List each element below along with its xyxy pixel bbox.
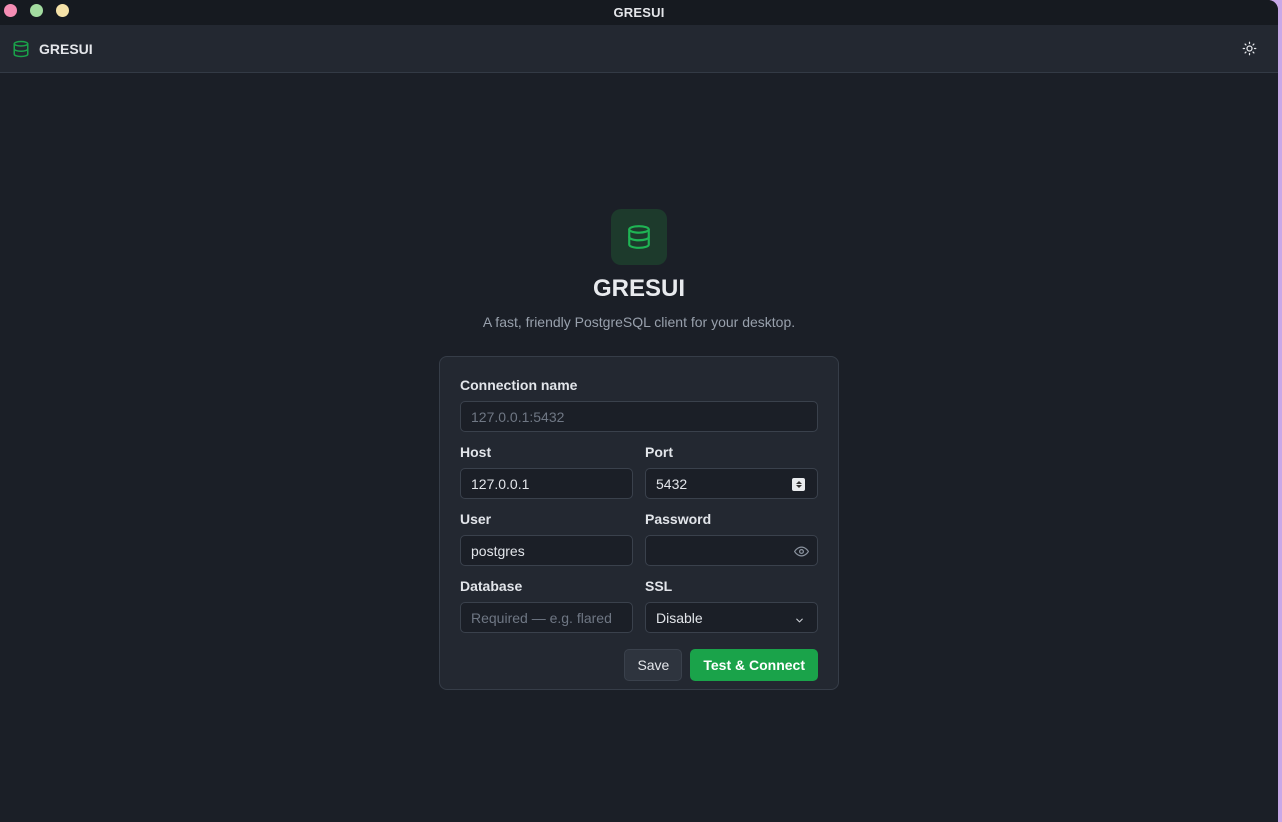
connection-name-group: Connection name 127.0.0.1:5432 — [460, 377, 818, 432]
connection-name-input[interactable]: 127.0.0.1:5432 — [460, 401, 818, 432]
sun-icon — [1242, 41, 1257, 56]
ssl-value: Disable — [656, 609, 703, 626]
database-icon — [626, 224, 652, 250]
hero-logo — [611, 209, 667, 265]
port-value: 5432 — [656, 475, 688, 492]
user-label: User — [460, 511, 492, 527]
port-label: Port — [645, 444, 673, 460]
save-button[interactable]: Save — [624, 649, 683, 681]
host-input[interactable]: 127.0.0.1 — [460, 468, 633, 499]
host-label: Host — [460, 444, 492, 460]
password-label: Password — [645, 511, 712, 527]
user-group: User postgres — [460, 511, 633, 566]
chevron-down-icon — [794, 613, 805, 629]
password-input[interactable] — [645, 535, 818, 566]
user-input[interactable]: postgres — [460, 535, 633, 566]
minimize-window-button[interactable] — [30, 4, 43, 17]
app-header: GRESUI — [0, 25, 1278, 73]
test-connect-button[interactable]: Test & Connect — [690, 649, 818, 681]
brand-name: GRESUI — [39, 40, 93, 57]
port-input[interactable]: 5432 — [645, 468, 818, 499]
port-group: Port 5432 — [645, 444, 818, 499]
database-label: Database — [460, 578, 523, 594]
ssl-select[interactable]: Disable — [645, 602, 818, 633]
main-content: GRESUI A fast, friendly PostgreSQL clien… — [0, 73, 1278, 822]
port-stepper[interactable] — [792, 478, 805, 491]
maximize-window-button[interactable] — [56, 4, 69, 17]
database-group: Database Required — e.g. flared — [460, 578, 633, 633]
ssl-label: SSL — [645, 578, 673, 594]
database-input[interactable]: Required — e.g. flared — [460, 602, 633, 633]
hero-subtitle: A fast, friendly PostgreSQL client for y… — [482, 314, 796, 330]
host-port-row: Host 127.0.0.1 Port 5432 — [460, 444, 818, 499]
host-group: Host 127.0.0.1 — [460, 444, 633, 499]
user-password-row: User postgres Password — [460, 511, 818, 566]
title-bar: GRESUI — [0, 0, 1278, 25]
form-actions: Save Test & Connect — [460, 649, 818, 681]
theme-toggle-button[interactable] — [1238, 38, 1260, 60]
brand: GRESUI — [12, 40, 93, 58]
hero-title: GRESUI — [592, 275, 685, 302]
database-ssl-row: Database Required — e.g. flared SSL Disa… — [460, 578, 818, 633]
window-controls — [4, 4, 69, 17]
close-window-button[interactable] — [4, 4, 17, 17]
app-window: GRESUI GRESUI GRESUI A fast, friendly Po… — [0, 0, 1278, 822]
connection-name-label: Connection name — [460, 377, 578, 393]
eye-icon[interactable] — [794, 544, 809, 562]
password-group: Password — [645, 511, 818, 566]
connection-form: Connection name 127.0.0.1:5432 Host 127.… — [439, 356, 839, 690]
window-title: GRESUI — [613, 5, 665, 20]
database-icon — [12, 40, 30, 58]
ssl-group: SSL Disable — [645, 578, 818, 633]
